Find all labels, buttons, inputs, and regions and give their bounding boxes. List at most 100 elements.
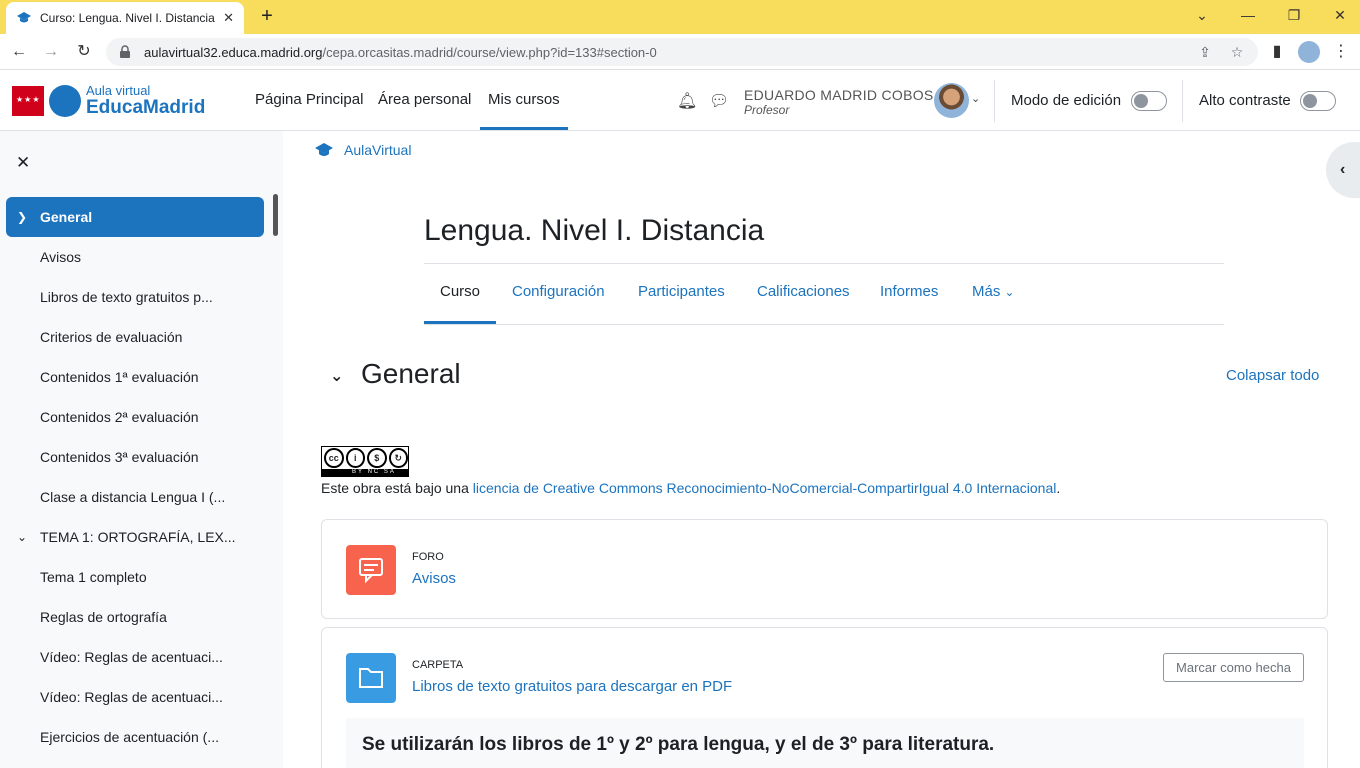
site-header: ★★★ Aula virtual EducaMadrid Página Prin… — [0, 70, 1360, 131]
license-link[interactable]: licencia de Creative Commons Reconocimie… — [473, 480, 1057, 496]
side-panel-icon[interactable]: ▮ — [1266, 41, 1288, 63]
drawer-item[interactable]: Contenidos 3ª evaluación — [0, 437, 270, 477]
activity-type: FORO — [412, 551, 444, 563]
back-icon[interactable]: ← — [7, 40, 31, 64]
drawer-item-label: Contenidos 3ª evaluación — [40, 449, 199, 465]
chevron-down-icon[interactable]: ⌄ — [330, 366, 343, 386]
close-drawer-icon[interactable]: ✕ — [16, 153, 30, 173]
drawer-section-general[interactable]: ❯ General — [6, 197, 264, 237]
chevron-down-icon: ⌄ — [1004, 285, 1015, 299]
drawer-item-label: Vídeo: Reglas de acentuaci... — [40, 689, 223, 705]
share-icon[interactable]: ⇪ — [1195, 42, 1215, 62]
messages-icon[interactable]: 💬︎ — [709, 91, 729, 111]
folder-icon[interactable] — [346, 653, 396, 703]
logo-title[interactable]: EducaMadrid — [86, 97, 205, 119]
drawer-item[interactable]: Avisos — [0, 237, 270, 277]
chevron-left-icon: ‹ — [1340, 161, 1346, 178]
drawer-section-tema1[interactable]: ⌄ TEMA 1: ORTOGRAFÍA, LEX... — [0, 517, 270, 557]
activity-forum: FORO Avisos — [321, 519, 1328, 619]
madrid-flag-logo: ★★★ — [12, 86, 44, 116]
drawer-item-label: Libros de texto gratuitos p... — [40, 289, 213, 305]
drawer-item[interactable]: Vídeo: Reglas de acentuaci... — [0, 677, 270, 717]
browser-tab[interactable]: Curso: Lengua. Nivel I. Distancia ✕ — [6, 2, 244, 34]
drawer-item-label: Contenidos 2ª evaluación — [40, 409, 199, 425]
tab-more-label: Más — [972, 283, 1001, 300]
tab-search-icon[interactable]: ⌄ — [1179, 0, 1225, 30]
license-prefix: Este obra está bajo una — [321, 480, 473, 496]
graduation-cap-icon — [315, 143, 333, 156]
avatar[interactable] — [934, 83, 969, 118]
reload-icon[interactable]: ↻ — [72, 40, 96, 64]
drawer-item-label: Tema 1 completo — [40, 569, 147, 585]
minimize-icon[interactable]: — — [1225, 0, 1271, 30]
chevron-down-icon[interactable]: ⌄ — [17, 517, 27, 557]
drawer-item[interactable]: Criterios de evaluación — [0, 317, 270, 357]
drawer-item[interactable]: Clase a distancia Lengua I (... — [0, 477, 270, 517]
restore-icon[interactable]: ❐ — [1271, 0, 1317, 30]
bell-icon[interactable]: 🔔︎ — [677, 91, 697, 111]
url-path: /cepa.orcasitas.madrid/course/view.php?i… — [322, 44, 657, 60]
window-close-icon[interactable]: ✕ — [1317, 0, 1360, 30]
logo-subtitle: Aula virtual — [86, 83, 151, 98]
cc-badge-text: BY NC SA — [322, 469, 408, 476]
high-contrast-toggle[interactable] — [1300, 91, 1336, 111]
tab-grades[interactable]: Calificaciones — [757, 264, 850, 324]
forum-icon[interactable] — [346, 545, 396, 595]
divider — [994, 80, 995, 122]
breadcrumb-link[interactable]: AulaVirtual — [344, 142, 411, 158]
creative-commons-badge[interactable]: cc i $ ↻ BY NC SA — [321, 446, 409, 477]
address-bar-row: ← → ↻ aulavirtual32.educa.madrid.org/cep… — [0, 34, 1360, 70]
drawer-item[interactable]: Libros de texto gratuitos p... — [0, 277, 270, 317]
activity-folder: CARPETA Libros de texto gratuitos para d… — [321, 627, 1328, 768]
drawer-item[interactable]: Vídeo: Reglas de acentuaci... — [0, 637, 270, 677]
chevron-down-icon[interactable]: ⌄ — [971, 92, 980, 105]
profile-avatar-icon[interactable] — [1298, 41, 1320, 63]
nav-dashboard[interactable]: Área personal — [378, 70, 471, 130]
nav-my-courses[interactable]: Mis cursos — [480, 70, 568, 130]
menu-kebab-icon[interactable]: ⋮ — [1330, 41, 1352, 63]
drawer-item[interactable]: Ejercicios de acentuación (... — [0, 717, 270, 757]
tab-settings[interactable]: Configuración — [512, 264, 605, 324]
forward-icon[interactable]: → — [39, 40, 63, 64]
close-tab-icon[interactable]: ✕ — [223, 10, 234, 26]
cc-icon: cc — [324, 448, 344, 468]
drawer-item[interactable]: Tema 1 completo — [0, 557, 270, 597]
high-contrast-label: Alto contraste — [1199, 92, 1291, 109]
drawer-item[interactable]: Contenidos 1ª evaluación — [0, 357, 270, 397]
course-index-drawer: ✕ ❯ General Avisos Libros de texto gratui… — [0, 131, 283, 768]
open-block-drawer-button[interactable]: ‹ — [1326, 142, 1360, 198]
drawer-item-label: TEMA 1: ORTOGRAFÍA, LEX... — [40, 529, 236, 545]
by-icon: i — [345, 448, 365, 468]
course-tabs: Curso Configuración Participantes Califi… — [424, 264, 1224, 325]
drawer-item-label: Contenidos 1ª evaluación — [40, 369, 199, 385]
chevron-down-icon[interactable]: ❯ — [17, 197, 27, 237]
user-name[interactable]: EDUARDO MADRID COBOS — [744, 87, 934, 103]
drawer-item[interactable]: Contenidos 2ª evaluación — [0, 397, 270, 437]
drawer-scrollbar[interactable] — [273, 194, 278, 236]
lock-icon — [120, 45, 130, 58]
graduation-cap-icon — [17, 12, 31, 23]
nav-home[interactable]: Página Principal — [255, 70, 363, 130]
drawer-item-label: Vídeo: Reglas de acentuaci... — [40, 649, 223, 665]
drawer-item-label: Criterios de evaluación — [40, 329, 183, 345]
url-field[interactable]: aulavirtual32.educa.madrid.org/cepa.orca… — [106, 38, 1258, 66]
mark-as-done-button[interactable]: Marcar como hecha — [1163, 653, 1304, 682]
license-suffix: . — [1056, 480, 1061, 496]
license-text: Este obra está bajo una licencia de Crea… — [321, 480, 1060, 496]
edit-mode-toggle[interactable] — [1131, 91, 1167, 111]
collapse-all-link[interactable]: Colapsar todo — [1226, 367, 1319, 384]
activity-link[interactable]: Avisos — [412, 570, 456, 587]
new-tab-button[interactable]: + — [256, 5, 278, 27]
bookmark-star-icon[interactable]: ☆ — [1227, 42, 1247, 62]
tab-more[interactable]: Más ⌄ — [972, 264, 1015, 324]
tab-reports[interactable]: Informes — [880, 264, 938, 324]
section-title: General — [361, 358, 461, 389]
tab-course[interactable]: Curso — [424, 264, 497, 324]
tab-participants[interactable]: Participantes — [638, 264, 725, 324]
drawer-item-label: General — [40, 209, 93, 225]
drawer-item-label: Avisos — [40, 249, 81, 265]
url-text: aulavirtual32.educa.madrid.org/cepa.orca… — [144, 45, 657, 60]
activity-link[interactable]: Libros de texto gratuitos para descargar… — [412, 678, 732, 695]
edit-mode-label: Modo de edición — [1011, 92, 1122, 109]
drawer-item[interactable]: Reglas de ortografía — [0, 597, 270, 637]
